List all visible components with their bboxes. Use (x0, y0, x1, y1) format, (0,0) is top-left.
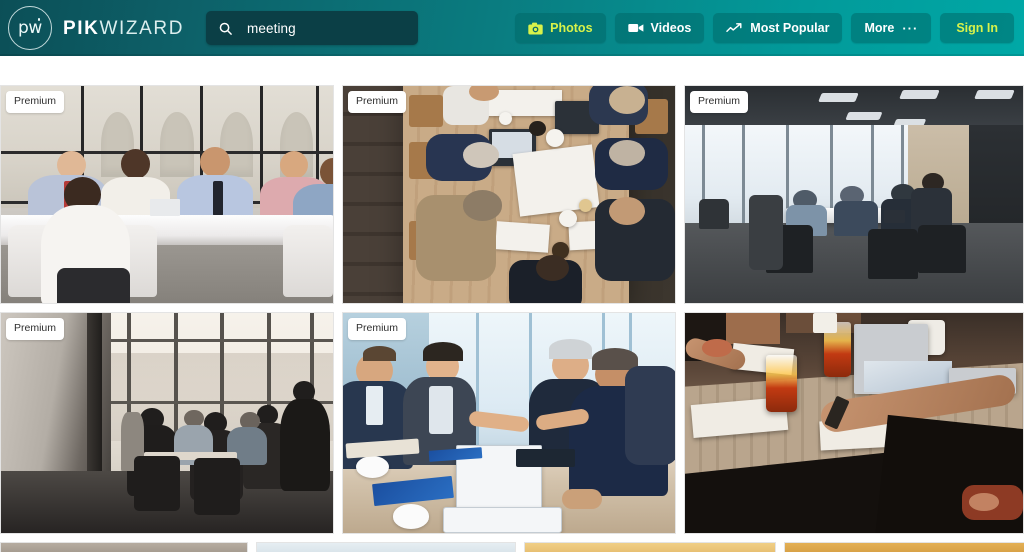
logo-mark-text: pw (17, 17, 43, 38)
photo-card[interactable]: Premium (684, 85, 1024, 304)
logo-word-bold: PIK (63, 17, 100, 39)
video-camera-icon (627, 24, 643, 32)
photo-3-image (685, 86, 1023, 303)
premium-badge: Premium (6, 91, 65, 113)
site-header: pw PIKWIZARD meeting Photos Videos Most … (0, 0, 1024, 56)
search-input[interactable]: meeting (247, 21, 296, 36)
photo-card[interactable] (784, 542, 1024, 552)
camera-icon (528, 22, 543, 34)
photo-5-image (343, 313, 675, 533)
photo-6-image (685, 313, 1023, 533)
photo-4-image (1, 313, 333, 533)
photo-9-image (525, 543, 775, 552)
gallery-row-partial (0, 542, 1024, 552)
nav-most-popular-label: Most Popular (750, 21, 830, 35)
nav-photos-button[interactable]: Photos (515, 13, 606, 43)
photo-8-image (257, 543, 515, 552)
nav-videos-label: Videos (650, 21, 692, 35)
sign-in-button[interactable]: Sign In (940, 13, 1014, 43)
gallery-row: Premium (0, 85, 1024, 304)
premium-badge: Premium (6, 318, 65, 340)
photo-card[interactable]: Premium (0, 85, 334, 304)
photo-card[interactable]: Premium (342, 85, 676, 304)
logo-wordmark: PIKWIZARD (63, 19, 184, 38)
premium-badge: Premium (348, 318, 407, 340)
photo-1-image (1, 86, 333, 303)
nav-more-label: More (864, 21, 895, 35)
nav-more-button[interactable]: More ··· (851, 13, 932, 43)
sign-in-label: Sign In (956, 21, 998, 35)
logo-word-light: WIZARD (99, 17, 185, 39)
premium-badge: Premium (348, 91, 407, 113)
nav-photos-label: Photos (550, 21, 593, 35)
logo-circle-mark: pw (8, 6, 52, 50)
photo-card[interactable] (684, 312, 1024, 534)
nav-most-popular-button[interactable]: Most Popular (713, 13, 843, 43)
photo-card[interactable]: Premium (0, 312, 334, 534)
ellipsis-icon: ··· (902, 20, 919, 36)
photo-card[interactable] (524, 542, 776, 552)
nav-videos-button[interactable]: Videos (614, 13, 705, 43)
search-icon (219, 22, 232, 35)
gallery-row: Premium (0, 312, 1024, 534)
photo-2-image (343, 86, 675, 303)
photo-gallery: Premium Premium Premium Premium Premium (0, 56, 1024, 552)
photo-card[interactable] (0, 542, 248, 552)
photo-card[interactable] (256, 542, 516, 552)
trending-up-icon (726, 23, 742, 32)
site-logo[interactable]: pw PIKWIZARD (8, 6, 184, 50)
premium-badge: Premium (690, 91, 749, 113)
primary-nav: Photos Videos Most Popular More ··· Sign… (515, 13, 1014, 43)
logo-dot-icon (37, 18, 40, 21)
photo-card[interactable]: Premium (342, 312, 676, 534)
photo-7-image (1, 543, 247, 552)
search-bar[interactable]: meeting (206, 11, 419, 45)
photo-10-image (785, 543, 1024, 552)
